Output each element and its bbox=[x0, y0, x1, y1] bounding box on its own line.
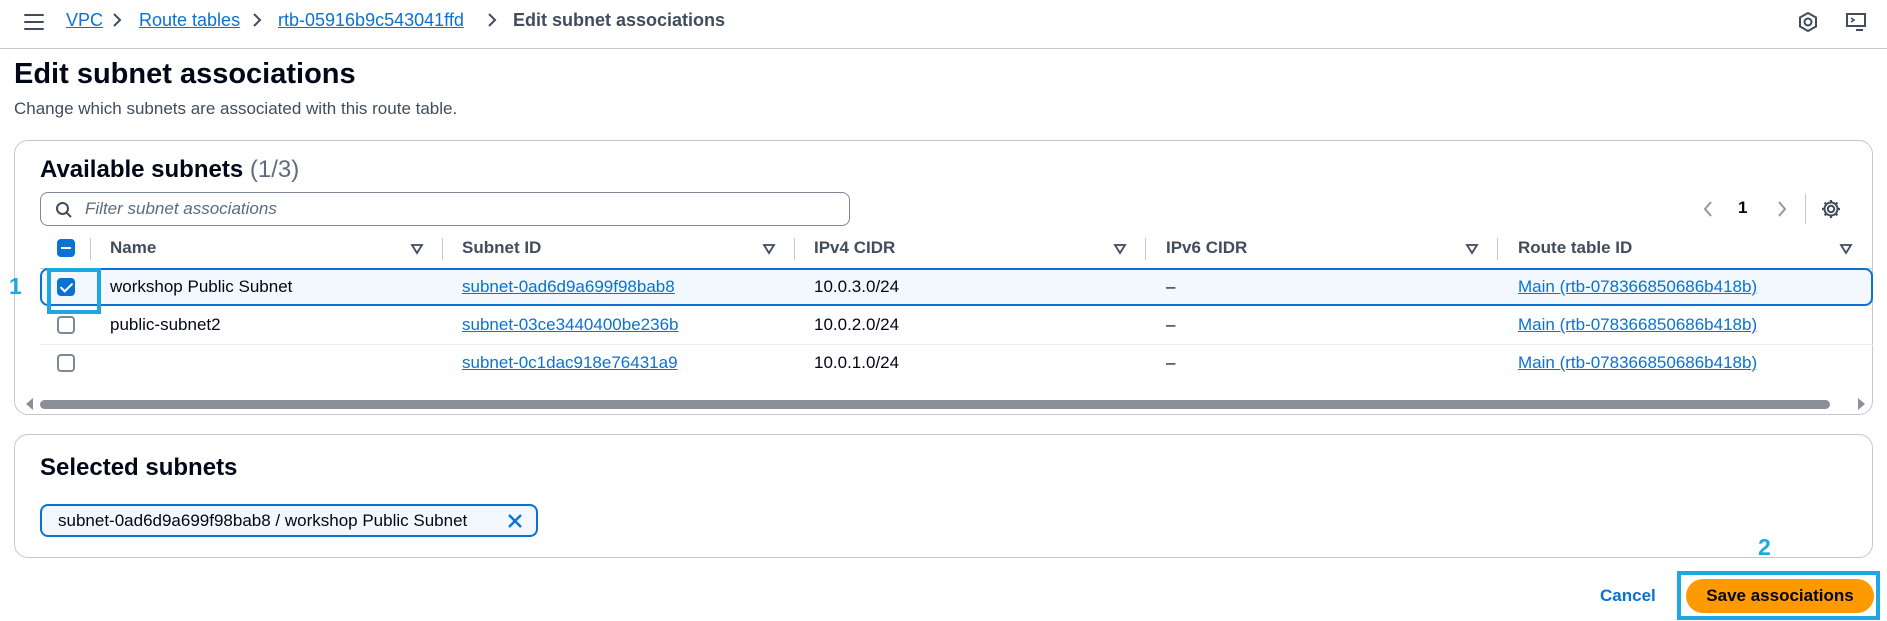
available-subnets-title: Available subnets bbox=[40, 156, 244, 183]
scroll-left-arrow[interactable] bbox=[26, 398, 33, 410]
available-subnets-count: (1/3) bbox=[249, 156, 300, 183]
console-toolbar-icon[interactable] bbox=[1845, 11, 1867, 33]
column-divider bbox=[1497, 238, 1498, 260]
gear-icon[interactable] bbox=[1820, 198, 1842, 220]
sort-down-icon[interactable] bbox=[762, 242, 776, 256]
cell-subnet-id-link[interactable]: subnet-03ce3440400be236b bbox=[462, 315, 678, 335]
column-divider bbox=[90, 238, 91, 260]
cell-name: workshop Public Subnet bbox=[110, 277, 293, 296]
chevron-right-icon bbox=[113, 13, 122, 27]
cell-route-table-link[interactable]: Main (rtb-078366850686b418b) bbox=[1518, 353, 1757, 373]
column-header-name[interactable]: Name bbox=[110, 238, 156, 258]
select-all-checkbox[interactable] bbox=[57, 239, 75, 257]
cell-route-table-link[interactable]: Main (rtb-078366850686b418b) bbox=[1518, 277, 1757, 297]
selected-subnet-token-label: subnet-0ad6d9a699f98bab8 / workshop Publ… bbox=[58, 511, 468, 530]
selected-subnets-heading: Selected subnets bbox=[40, 454, 238, 481]
cell-name: public-subnet2 bbox=[110, 315, 221, 334]
sort-down-icon[interactable] bbox=[1113, 242, 1127, 256]
column-header-ipv4-cidr[interactable]: IPv4 CIDR bbox=[814, 238, 895, 258]
cell-ipv6-cidr: – bbox=[1166, 277, 1176, 296]
breadcrumb-route-tables[interactable]: Route tables bbox=[139, 10, 240, 31]
cell-route-table-link[interactable]: Main (rtb-078366850686b418b) bbox=[1518, 315, 1757, 335]
row-checkbox[interactable] bbox=[57, 354, 75, 372]
available-subnets-heading: Available subnets (1/3) bbox=[40, 156, 299, 184]
filter-subnet-input[interactable] bbox=[85, 196, 835, 222]
scroll-right-arrow[interactable] bbox=[1858, 398, 1865, 410]
column-divider bbox=[1145, 238, 1146, 260]
selected-subnet-token: subnet-0ad6d9a699f98bab8 / workshop Publ… bbox=[40, 504, 538, 537]
column-header-subnet-id[interactable]: Subnet ID bbox=[462, 238, 541, 258]
column-header-route-table-id[interactable]: Route table ID bbox=[1518, 238, 1632, 258]
cell-ipv4-cidr: 10.0.2.0/24 bbox=[814, 315, 900, 334]
cell-ipv6-cidr: – bbox=[1166, 353, 1176, 372]
annotation-highlight-1 bbox=[47, 268, 101, 314]
chevron-left-icon[interactable] bbox=[1700, 198, 1716, 220]
annotation-number-1: 1 bbox=[9, 273, 22, 299]
sort-down-icon[interactable] bbox=[1839, 242, 1853, 256]
breadcrumb-route-table-id[interactable]: rtb-05916b9c543041ffd bbox=[278, 10, 464, 31]
cancel-button[interactable]: Cancel bbox=[1600, 586, 1656, 606]
search-icon bbox=[56, 202, 72, 218]
chevron-right-icon bbox=[253, 13, 262, 27]
selected-subnets-panel bbox=[14, 434, 1873, 558]
column-divider bbox=[794, 238, 795, 260]
hamburger-icon[interactable] bbox=[24, 14, 44, 30]
annotation-highlight-2 bbox=[1677, 571, 1880, 620]
cell-subnet-id-link[interactable]: subnet-0c1dac918e76431a9 bbox=[462, 353, 678, 373]
close-icon[interactable] bbox=[506, 512, 524, 530]
row-checkbox[interactable] bbox=[57, 316, 75, 334]
page-description: Change which subnets are associated with… bbox=[14, 99, 458, 118]
column-divider bbox=[442, 238, 443, 260]
chevron-right-icon[interactable] bbox=[1774, 198, 1790, 220]
cell-subnet-id-link[interactable]: subnet-0ad6d9a699f98bab8 bbox=[462, 277, 675, 297]
chevron-right-icon bbox=[488, 13, 497, 27]
sort-down-icon[interactable] bbox=[410, 242, 424, 256]
current-page-number[interactable]: 1 bbox=[1738, 198, 1747, 218]
breadcrumb-current: Edit subnet associations bbox=[513, 10, 726, 30]
breadcrumb-vpc[interactable]: VPC bbox=[66, 10, 103, 31]
horizontal-scrollbar[interactable] bbox=[40, 400, 1830, 409]
annotation-number-2: 2 bbox=[1758, 534, 1771, 560]
cell-ipv4-cidr: 10.0.1.0/24 bbox=[814, 353, 900, 372]
page-title: Edit subnet associations bbox=[14, 58, 356, 90]
top-navigation-bar: VPC Route tables rtb-05916b9c543041ffd E… bbox=[0, 0, 1887, 49]
sort-down-icon[interactable] bbox=[1465, 242, 1479, 256]
pager-divider bbox=[1805, 194, 1806, 224]
column-header-ipv6-cidr[interactable]: IPv6 CIDR bbox=[1166, 238, 1247, 258]
cell-ipv6-cidr: – bbox=[1166, 315, 1176, 334]
cloudshell-icon[interactable] bbox=[1797, 11, 1819, 33]
filter-subnet-input-wrapper bbox=[40, 192, 850, 226]
cell-ipv4-cidr: 10.0.3.0/24 bbox=[814, 277, 900, 296]
